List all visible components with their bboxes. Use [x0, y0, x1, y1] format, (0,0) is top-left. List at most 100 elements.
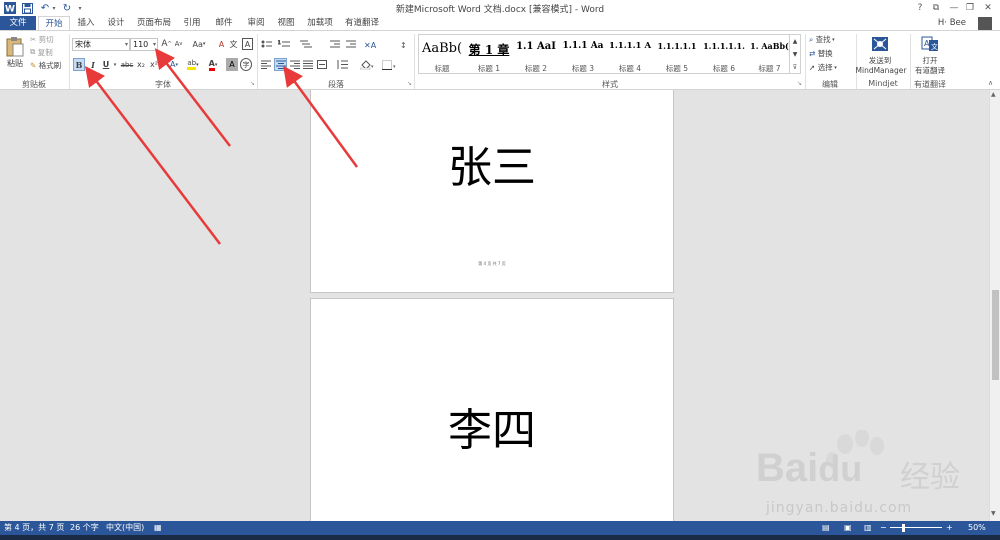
cut-button[interactable]: ✂ 剪切 — [30, 34, 60, 44]
paragraph-dialog-launcher-icon[interactable]: ↘ — [407, 80, 412, 87]
status-word-count[interactable]: 26 个字 — [70, 521, 99, 535]
align-left-button[interactable] — [260, 58, 272, 71]
text-effects-button[interactable]: A ▾ — [166, 58, 182, 71]
font-size-combo[interactable]: 110 ▾ — [130, 38, 158, 51]
tab-insert[interactable]: 插入 — [72, 16, 100, 30]
copy-button[interactable]: ⧉ 复制 — [30, 47, 60, 57]
open-youdao-label[interactable]: 打开 — [914, 55, 946, 65]
bullets-button[interactable] — [260, 38, 274, 50]
zoom-slider-thumb[interactable] — [902, 524, 905, 532]
chevron-down-icon[interactable]: ▼ — [790, 48, 800, 61]
status-language[interactable]: 中文(中国) — [106, 521, 144, 535]
paste-button[interactable]: 粘贴 — [3, 58, 27, 68]
help-button[interactable]: ? — [912, 0, 928, 16]
page-text-lisi[interactable]: 李四 — [311, 394, 673, 458]
scroll-up-icon[interactable]: ▲ — [991, 91, 996, 98]
borders-button[interactable]: ▾ — [380, 58, 398, 71]
macro-record-icon[interactable]: ▦ — [154, 521, 162, 535]
font-name-combo[interactable]: 宋体 ▾ — [72, 38, 130, 51]
style-heading-6[interactable]: 1.1.1.1.1. 标题 6 — [701, 35, 747, 73]
tab-home[interactable]: 开始 — [38, 16, 70, 31]
find-button[interactable]: ⌕ 查找 ▾ — [809, 34, 851, 45]
superscript-button[interactable]: x² — [148, 58, 160, 71]
numbering-button[interactable] — [278, 38, 292, 50]
more-styles-icon[interactable]: ⊽ — [790, 61, 800, 74]
mindmanager-icon[interactable] — [870, 35, 890, 53]
select-button[interactable]: ➚ 选择 ▾ — [809, 62, 851, 73]
chevron-up-icon[interactable]: ▲ — [790, 35, 800, 48]
style-heading-7[interactable]: 1. AaBb( 标题 7 — [748, 35, 789, 73]
format-painter-button[interactable]: ✎ 格式刷 — [30, 60, 66, 70]
enclose-chars-button[interactable]: 字 — [240, 58, 252, 71]
style-heading-3[interactable]: 1.1.1 Aa 标题 3 — [560, 35, 606, 73]
underline-button[interactable]: U — [100, 58, 112, 71]
zoom-level[interactable]: 50% — [968, 521, 986, 535]
shrink-font-button[interactable]: Av — [173, 38, 184, 50]
subscript-button[interactable]: x₂ — [135, 58, 147, 71]
sort-button[interactable] — [398, 38, 408, 50]
paste-icon[interactable] — [4, 34, 26, 60]
highlight-button[interactable]: ab ▾ — [184, 58, 202, 71]
asian-layout-button[interactable] — [362, 38, 380, 50]
status-page-count[interactable]: 第 4 页，共 7 页 — [4, 521, 64, 535]
tab-review[interactable]: 审阅 — [242, 16, 270, 30]
vertical-scrollbar[interactable]: ▲ ▼ — [989, 90, 1000, 521]
ribbon-options-button[interactable]: ⧉ — [928, 0, 944, 16]
style-heading-2[interactable]: 1.1 AaI 标题 2 — [513, 35, 559, 73]
zoom-in-icon[interactable]: + — [946, 521, 953, 535]
page-text-zhangsan[interactable]: 张三 — [311, 131, 673, 195]
line-spacing-button[interactable] — [334, 58, 350, 71]
strikethrough-button[interactable]: abc — [120, 58, 134, 71]
grow-font-button[interactable]: A ^ — [161, 38, 172, 50]
print-layout-icon[interactable]: ▣ — [844, 521, 852, 535]
italic-button[interactable]: I — [87, 58, 99, 71]
tab-file[interactable]: 文件 — [0, 16, 36, 30]
zoom-slider[interactable] — [890, 527, 942, 528]
collapse-ribbon-icon[interactable]: ∧ — [988, 79, 993, 87]
font-dialog-launcher-icon[interactable]: ↘ — [250, 80, 255, 87]
tab-references[interactable]: 引用 — [178, 16, 206, 30]
char-border-button[interactable]: A — [242, 38, 253, 50]
minimize-button[interactable]: — — [946, 0, 962, 16]
scrollbar-thumb[interactable] — [992, 290, 999, 380]
shading-button[interactable]: ▾ — [358, 58, 376, 71]
phonetic-guide-button[interactable]: 文 — [228, 38, 239, 50]
char-shading-button[interactable]: A — [226, 58, 238, 71]
tab-view[interactable]: 视图 — [272, 16, 300, 30]
styles-gallery[interactable]: AaBb( 标题 第 1 章 标题 1 1.1 AaI 标题 2 1.1.1 A… — [418, 34, 790, 74]
zoom-out-icon[interactable]: − — [880, 521, 887, 535]
close-button[interactable]: ✕ — [980, 0, 996, 16]
style-heading-1[interactable]: 第 1 章 标题 1 — [466, 35, 512, 73]
tab-mailings[interactable]: 邮件 — [210, 16, 238, 30]
tab-page-layout[interactable]: 页面布局 — [134, 16, 174, 30]
read-mode-icon[interactable]: ▤ — [822, 521, 830, 535]
open-youdao-label-2[interactable]: 有道翻译 — [910, 65, 950, 75]
decrease-indent-button[interactable] — [328, 38, 340, 50]
justify-button[interactable] — [302, 58, 314, 71]
user-name[interactable]: H· Bee — [930, 16, 970, 30]
youdao-translate-icon[interactable]: A文 — [920, 35, 940, 53]
style-heading-4[interactable]: 1.1.1.1 A 标题 4 — [607, 35, 653, 73]
send-to-mindmanager-label[interactable]: 发送到 — [858, 55, 902, 65]
underline-dropdown-icon[interactable]: ▾ — [112, 58, 118, 71]
style-heading-5[interactable]: 1.1.1.1.1 标题 5 — [654, 35, 700, 73]
increase-indent-button[interactable] — [344, 38, 356, 50]
style-title[interactable]: AaBb( 标题 — [419, 35, 465, 73]
replace-button[interactable]: ⇄ 替换 — [809, 48, 851, 59]
bold-button[interactable]: B — [73, 58, 85, 71]
multilevel-list-button[interactable] — [298, 38, 314, 50]
tab-addins[interactable]: 加载项 — [302, 16, 338, 30]
send-to-mindmanager-label-2[interactable]: MindManager — [852, 65, 910, 75]
styles-dialog-launcher-icon[interactable]: ↘ — [797, 80, 802, 87]
page-4[interactable]: 张三 第 4 页 共 7 页 — [310, 90, 674, 293]
clear-format-button[interactable]: A — [216, 38, 227, 50]
scroll-down-icon[interactable]: ▼ — [991, 510, 996, 517]
distributed-button[interactable] — [316, 58, 328, 71]
tab-youdao[interactable]: 有道翻译 — [342, 16, 382, 30]
align-right-button[interactable] — [289, 58, 301, 71]
page-5[interactable]: 李四 — [310, 298, 674, 521]
web-layout-icon[interactable]: ▥ — [864, 521, 872, 535]
font-color-button[interactable]: A ▾ — [204, 58, 222, 71]
change-case-button[interactable]: Aa ▾ — [190, 38, 208, 50]
avatar[interactable] — [978, 17, 992, 30]
